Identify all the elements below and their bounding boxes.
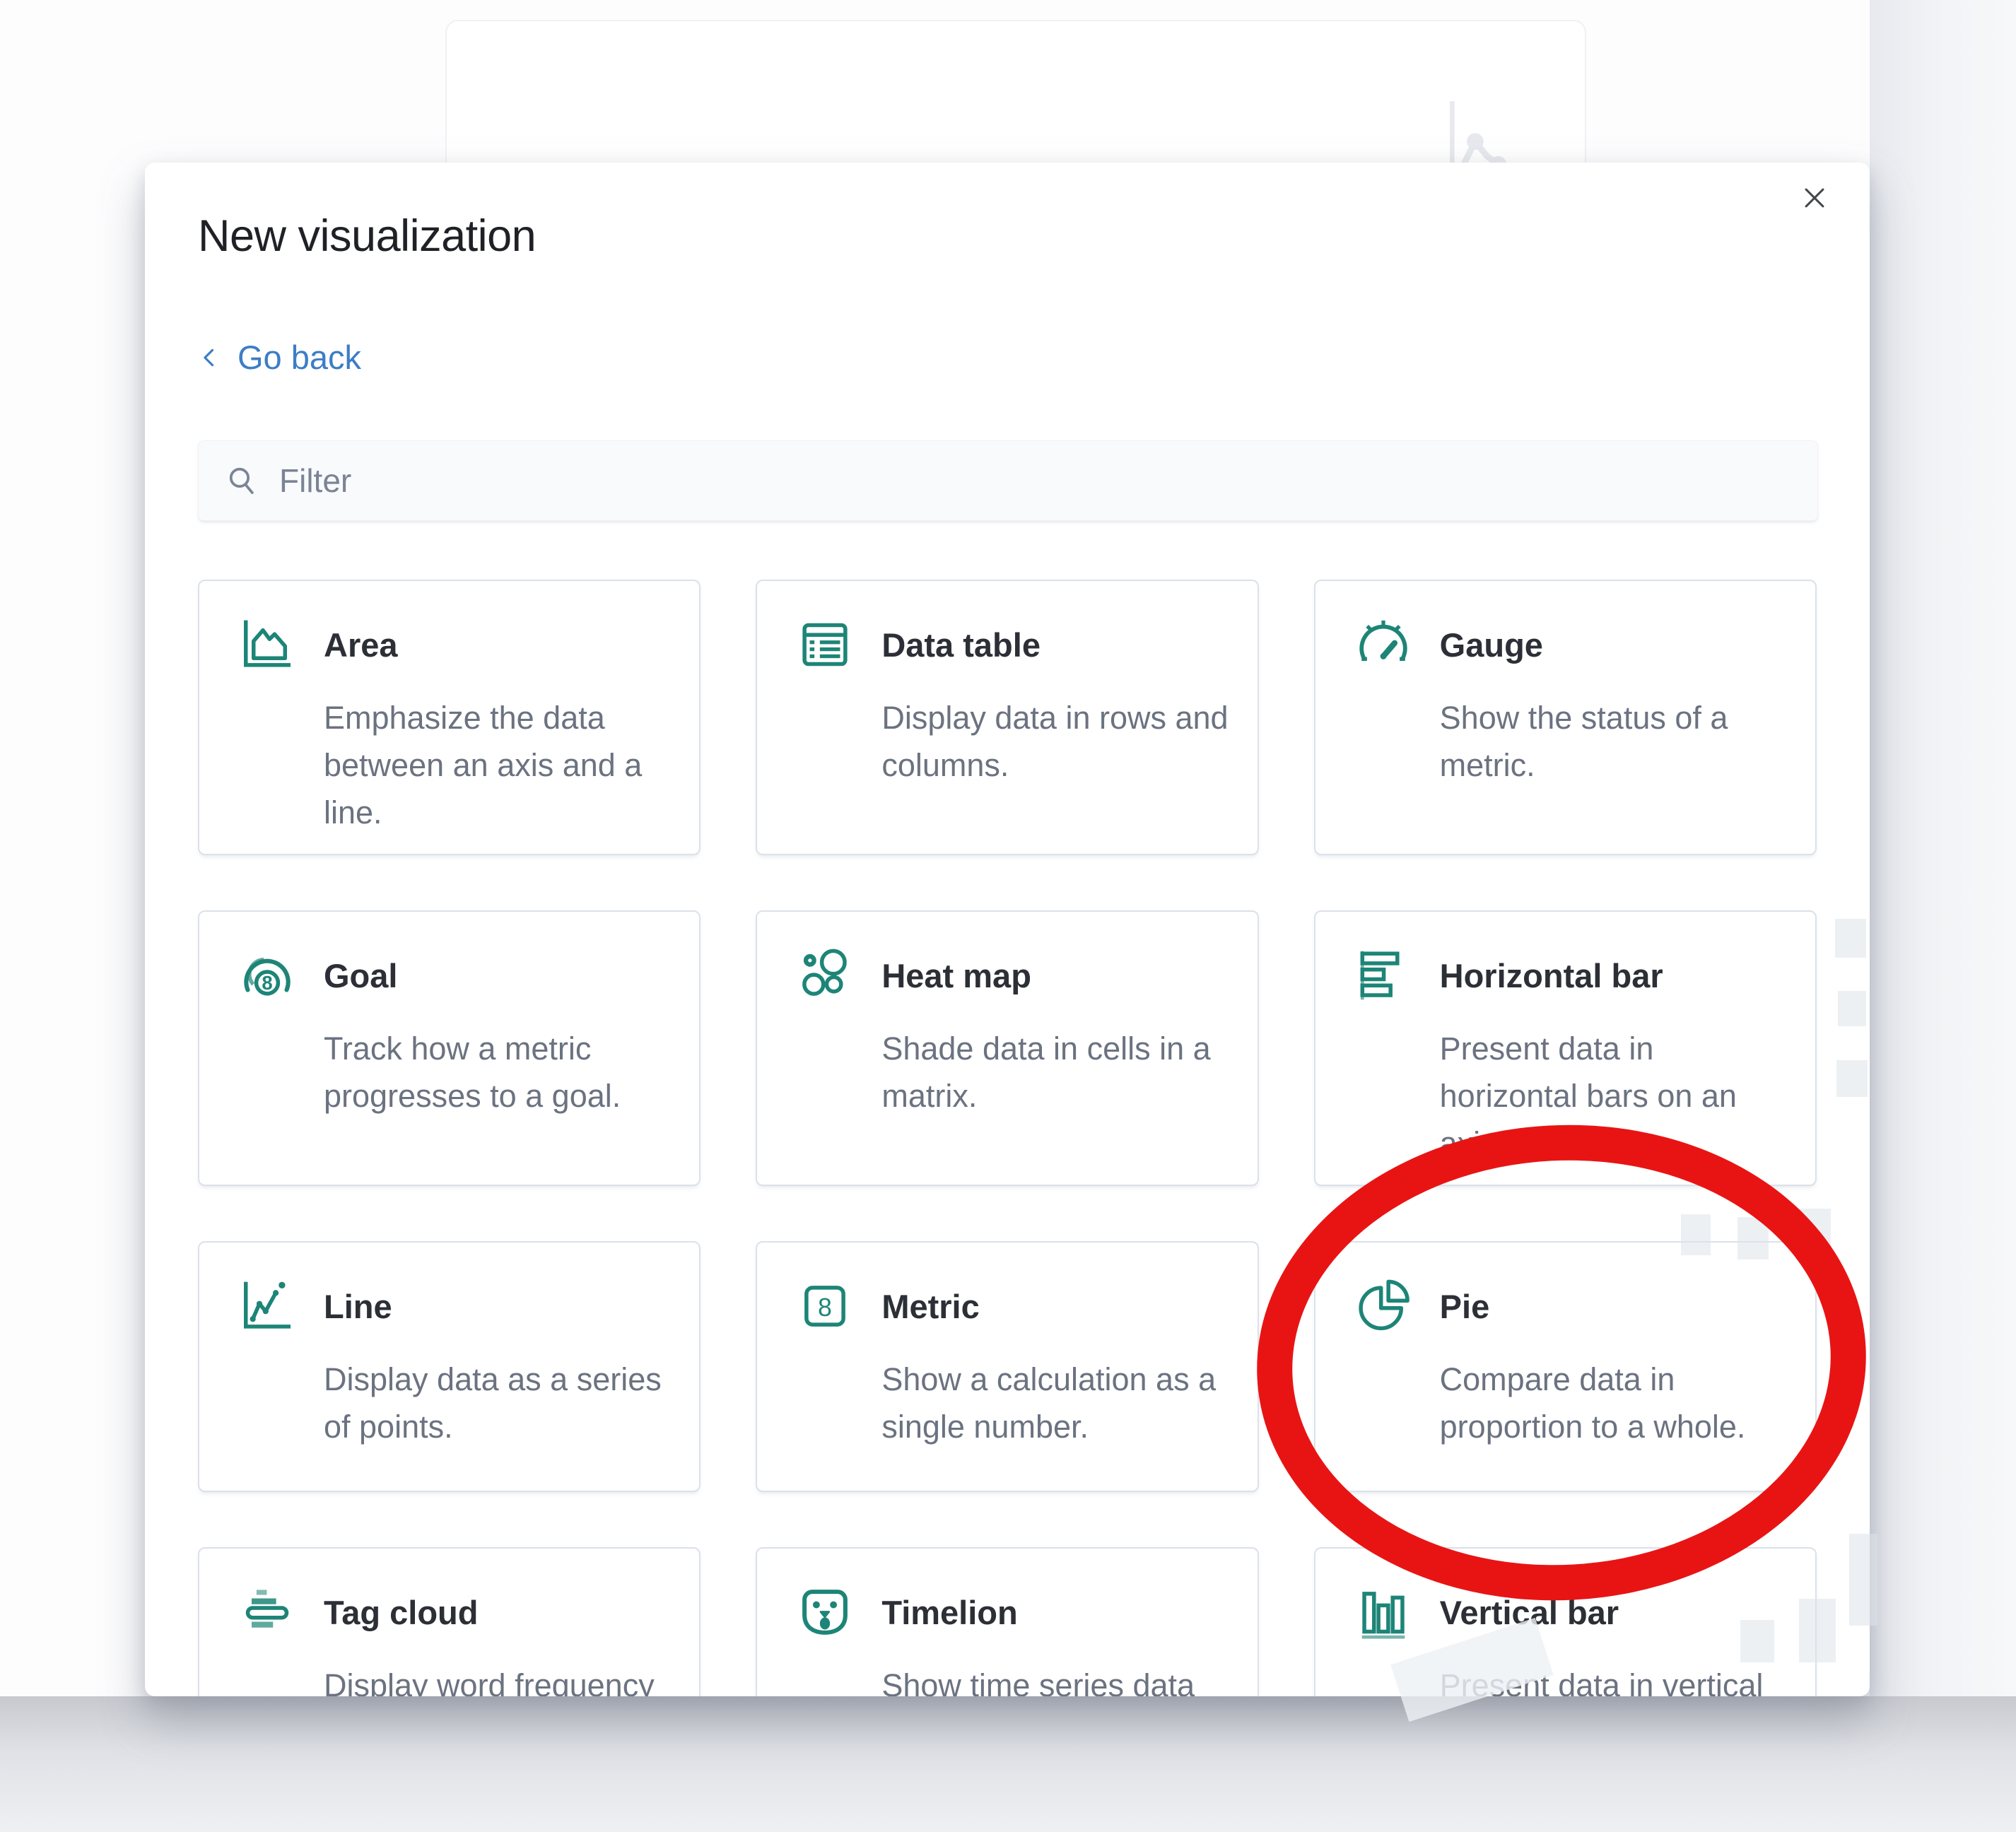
svg-text:8: 8 bbox=[262, 972, 272, 994]
viz-card-head: Heat map bbox=[794, 944, 1229, 1006]
viz-card-tag-cloud[interactable]: Tag cloud Display word frequency with fon… bbox=[198, 1547, 701, 1696]
viz-card-head: Pie bbox=[1352, 1275, 1787, 1337]
viz-card-title: Gauge bbox=[1440, 626, 1543, 664]
background-artifact bbox=[1836, 1060, 1868, 1097]
viz-card-heat-map[interactable]: Heat map Shade data in cells in a matrix. bbox=[756, 910, 1258, 1186]
viz-card-title: Tag cloud bbox=[324, 1593, 478, 1632]
viz-card-title: Horizontal bar bbox=[1440, 956, 1663, 995]
viz-card-title: Timelion bbox=[881, 1593, 1017, 1632]
background-artifact bbox=[1795, 1209, 1831, 1260]
viz-card-data-table[interactable]: Data table Display data in rows and colum… bbox=[756, 580, 1258, 855]
viz-card-description: Track how a metric progresses to a goal. bbox=[236, 1025, 671, 1120]
heat-map-icon bbox=[794, 944, 856, 1006]
modal-title: New visualization bbox=[198, 211, 536, 262]
metric-icon: 8 bbox=[794, 1275, 856, 1337]
chevron-left-icon bbox=[198, 342, 222, 373]
viz-card-horizontal-bar[interactable]: Horizontal bar Present data in horizontal… bbox=[1314, 910, 1817, 1186]
viz-card-description: Compare data in proportion to a whole. bbox=[1352, 1356, 1787, 1450]
viz-grid: Area Emphasize the data between an axis a… bbox=[198, 580, 1817, 1696]
background-artifact bbox=[1835, 919, 1866, 958]
viz-card-head: Gauge bbox=[1352, 613, 1787, 676]
viz-card-description: Present data in horizontal bars on an ax… bbox=[1352, 1025, 1787, 1167]
viz-card-description: Display word frequency with font size. bbox=[236, 1662, 671, 1696]
timelion-icon bbox=[794, 1581, 856, 1643]
go-back-link[interactable]: Go back bbox=[198, 338, 361, 377]
viz-card-head: 8 Metric bbox=[794, 1275, 1229, 1337]
viz-card-head: Area bbox=[236, 613, 671, 676]
viz-card-description: Display data as a series of points. bbox=[236, 1356, 671, 1450]
go-back-label: Go back bbox=[238, 338, 361, 377]
viz-card-description: Show the status of a metric. bbox=[1352, 694, 1787, 789]
search-icon bbox=[224, 462, 261, 499]
viz-card-description: Emphasize the data between an axis and a… bbox=[236, 694, 671, 836]
viz-card-head: Horizontal bar bbox=[1352, 944, 1787, 1006]
filter-input[interactable] bbox=[261, 441, 1817, 520]
background-artifact bbox=[1838, 991, 1866, 1026]
vertical-bar-icon bbox=[1352, 1581, 1414, 1643]
viz-card-description: Show time series data on a graph. bbox=[794, 1662, 1229, 1696]
tag-cloud-icon bbox=[236, 1581, 298, 1643]
viz-card-gauge[interactable]: Gauge Show the status of a metric. bbox=[1314, 580, 1817, 855]
viz-card-head: Timelion bbox=[794, 1581, 1229, 1643]
viz-card-description: Display data in rows and columns. bbox=[794, 694, 1229, 789]
viz-card-goal[interactable]: 8 Goal Track how a metric progresses to a … bbox=[198, 910, 701, 1186]
background-shadow bbox=[0, 1696, 2016, 1832]
horizontal-bar-icon bbox=[1352, 944, 1414, 1006]
viz-card-head: Vertical bar bbox=[1352, 1581, 1787, 1643]
filter-field bbox=[198, 440, 1818, 521]
svg-text:8: 8 bbox=[818, 1293, 832, 1322]
viz-card-head: Line bbox=[236, 1275, 671, 1337]
close-button[interactable] bbox=[1795, 178, 1834, 218]
viz-card-title: Goal bbox=[324, 956, 397, 995]
viz-card-timelion[interactable]: Timelion Show time series data on a graph… bbox=[756, 1547, 1258, 1696]
viz-card-title: Heat map bbox=[881, 956, 1031, 995]
viz-card-description: Show a calculation as a single number. bbox=[794, 1356, 1229, 1450]
close-icon bbox=[1796, 180, 1833, 216]
goal-icon: 8 bbox=[236, 944, 298, 1006]
background-artifact bbox=[1799, 1599, 1836, 1662]
area-chart-icon bbox=[236, 613, 298, 676]
viz-card-title: Metric bbox=[881, 1287, 979, 1326]
viz-card-head: Tag cloud bbox=[236, 1581, 671, 1643]
viz-card-metric[interactable]: 8 Metric Show a calculation as a single nu… bbox=[756, 1241, 1258, 1492]
new-visualization-modal: New visualization Go back Area Emphasize … bbox=[145, 163, 1870, 1696]
background-artifact bbox=[1740, 1620, 1774, 1662]
viz-card-description: Shade data in cells in a matrix. bbox=[794, 1025, 1229, 1120]
new-visualization-screen: New visualization Go back Area Emphasize … bbox=[0, 0, 2016, 1832]
viz-card-title: Line bbox=[324, 1287, 392, 1326]
viz-card-head: Data table bbox=[794, 613, 1229, 676]
gauge-icon bbox=[1352, 613, 1414, 676]
viz-card-title: Data table bbox=[881, 626, 1041, 664]
background-artifact bbox=[1681, 1214, 1711, 1255]
data-table-icon bbox=[794, 613, 856, 676]
viz-card-title: Area bbox=[324, 626, 398, 664]
viz-card-area[interactable]: Area Emphasize the data between an axis a… bbox=[198, 580, 701, 855]
background-artifact bbox=[1849, 1534, 1877, 1626]
background-band bbox=[1870, 0, 2016, 1832]
line-chart-icon bbox=[236, 1275, 298, 1337]
viz-card-line[interactable]: Line Display data as a series of points. bbox=[198, 1241, 701, 1492]
viz-card-head: 8 Goal bbox=[236, 944, 671, 1006]
viz-card-pie[interactable]: Pie Compare data in proportion to a whole… bbox=[1314, 1241, 1817, 1492]
viz-card-title: Pie bbox=[1440, 1287, 1490, 1326]
pie-chart-icon bbox=[1352, 1275, 1414, 1337]
background-artifact bbox=[1737, 1217, 1769, 1260]
